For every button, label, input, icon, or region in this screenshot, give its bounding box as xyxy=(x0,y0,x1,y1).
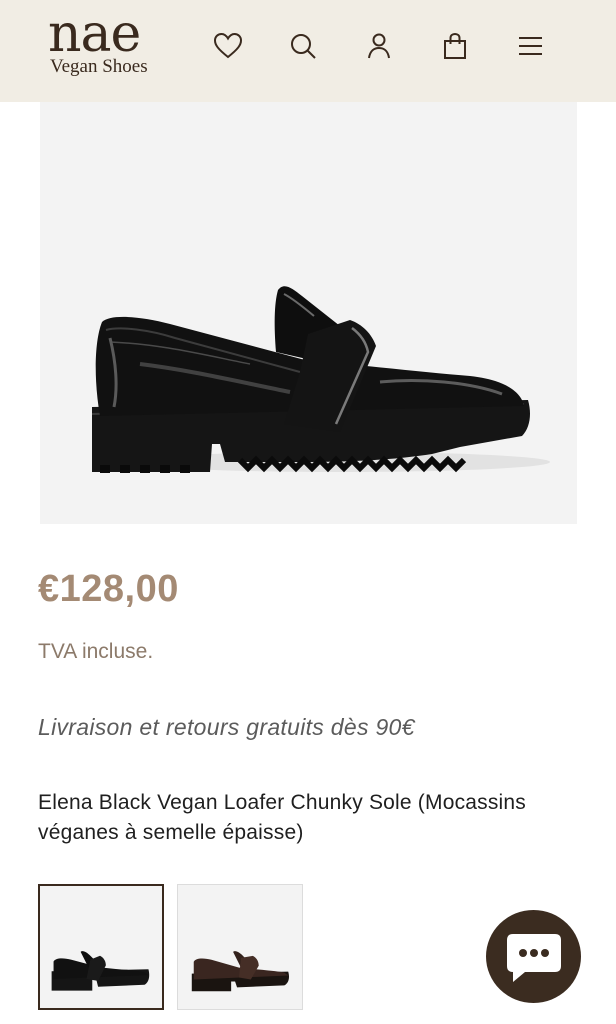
site-header: nae Vegan Shoes xyxy=(0,0,616,102)
product-title: Elena Black Vegan Loafer Chunky Sole (Mo… xyxy=(38,791,527,844)
search-icon xyxy=(291,34,316,59)
product-thumbnail-black[interactable] xyxy=(38,884,164,1010)
cart-button[interactable] xyxy=(437,28,473,64)
shipping-note: Livraison et retours gratuits dès 90€ xyxy=(38,714,415,740)
menu-button[interactable] xyxy=(512,28,548,64)
chat-button[interactable] xyxy=(486,910,581,1003)
chat-bubble-icon xyxy=(506,933,561,982)
product-image[interactable] xyxy=(40,102,577,524)
logo-subtitle: Vegan Shoes xyxy=(50,56,148,77)
account-button[interactable] xyxy=(361,28,397,64)
logo-wordmark: nae xyxy=(48,4,141,64)
heart-icon xyxy=(213,32,243,59)
menu-icon xyxy=(519,37,542,55)
search-button[interactable] xyxy=(285,28,321,64)
product-price: €128,00 xyxy=(38,568,179,610)
brand-logo[interactable]: nae Vegan Shoes xyxy=(48,4,164,82)
product-thumbnail-brown[interactable] xyxy=(177,884,303,1010)
black-loafer-thumbnail-image xyxy=(51,951,150,991)
tax-note: TVA incluse. xyxy=(38,640,154,663)
black-loafer-illustration xyxy=(91,286,550,473)
shopping-bag-icon xyxy=(444,32,466,59)
wishlist-button[interactable] xyxy=(210,28,246,64)
brown-loafer-thumbnail-image xyxy=(191,951,289,992)
user-icon xyxy=(368,33,390,59)
